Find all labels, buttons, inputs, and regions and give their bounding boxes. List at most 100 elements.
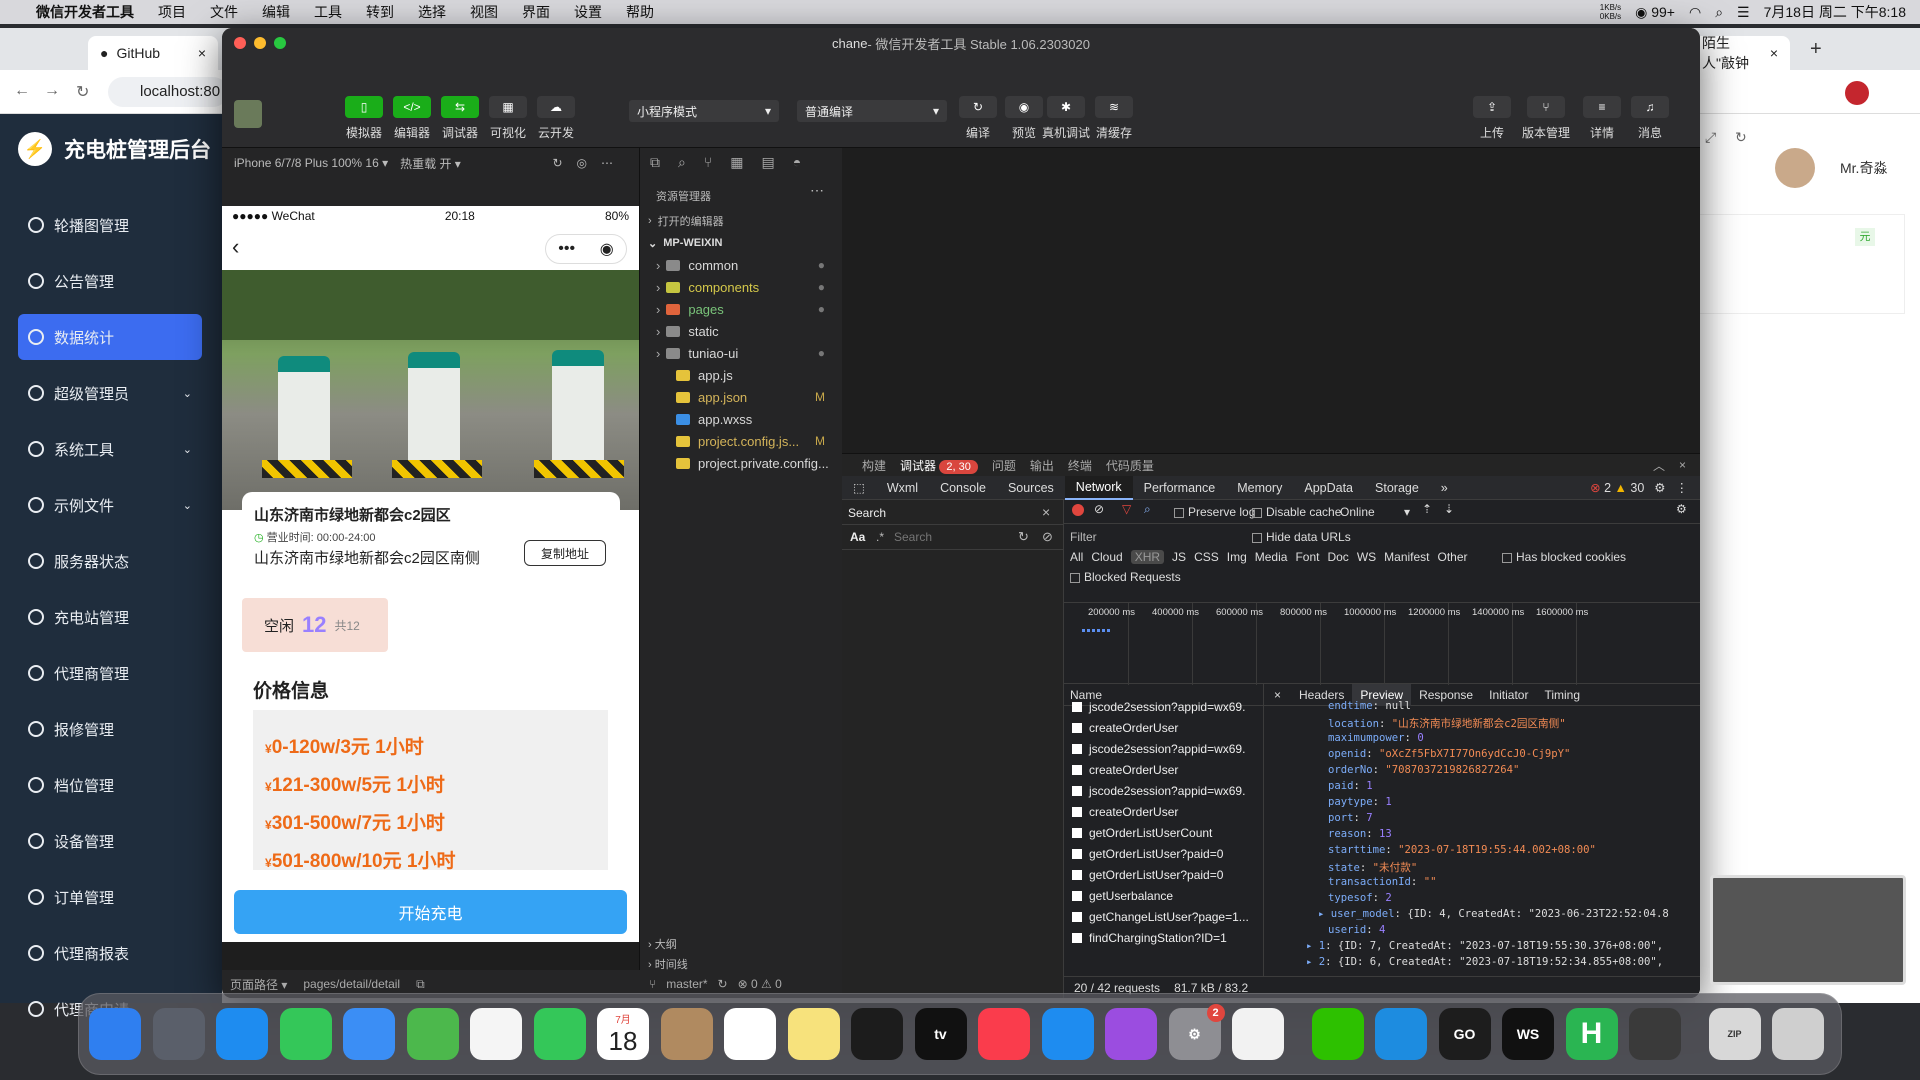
- dock-app-facetime-icon[interactable]: [533, 1008, 586, 1060]
- dock-app-notes-icon[interactable]: [787, 1008, 840, 1060]
- request-row[interactable]: createOrderUser: [1064, 759, 1263, 780]
- dock-app-terminal-icon[interactable]: [851, 1008, 903, 1060]
- clear-cache-button[interactable]: ≋ 清缓存: [1090, 96, 1138, 141]
- extensions-icon[interactable]: ▦: [730, 154, 743, 171]
- request-row[interactable]: jscode2session?appid=wx69.: [1064, 780, 1263, 801]
- compile-button[interactable]: ↻ 编译: [954, 96, 1002, 141]
- dock-app-webstorm-icon[interactable]: WS: [1502, 1008, 1554, 1060]
- close-icon[interactable]: ×: [1770, 45, 1778, 61]
- dock-app-reminders-icon[interactable]: [724, 1008, 776, 1060]
- sidebar-item[interactable]: 设备管理: [18, 818, 202, 864]
- dock-app-safari-icon[interactable]: [216, 1008, 268, 1060]
- more-tabs-icon[interactable]: »: [1430, 476, 1459, 500]
- close-icon[interactable]: ×: [1042, 504, 1050, 520]
- capsule-button[interactable]: ••• ◉: [545, 234, 627, 264]
- problems-count[interactable]: ⊗ 0 ⚠ 0: [738, 977, 782, 991]
- menu-item[interactable]: 设置: [562, 2, 614, 22]
- regex-icon[interactable]: .*: [876, 530, 884, 544]
- dock-app-app-store-icon[interactable]: [1041, 1008, 1094, 1060]
- sidebar-item[interactable]: 数据统计: [18, 314, 202, 360]
- more-icon[interactable]: ⋯: [810, 182, 824, 199]
- sidebar-item[interactable]: 示例文件 ⌄: [18, 482, 202, 528]
- simulator-toggle[interactable]: ▯ 模拟器: [340, 96, 388, 141]
- browser-tab[interactable]: ● GitHub ×: [88, 36, 218, 70]
- folder-item[interactable]: › tuniao-ui ●: [640, 342, 843, 364]
- dock-app-trash-icon[interactable]: [1772, 1008, 1824, 1060]
- sidebar-item[interactable]: 超级管理员 ⌄: [18, 370, 202, 416]
- request-row[interactable]: getOrderListUser?paid=0: [1064, 843, 1263, 864]
- copy-address-button[interactable]: 复制地址: [524, 540, 606, 566]
- file-item[interactable]: app.wxss: [640, 408, 843, 430]
- tab-storage[interactable]: Storage: [1364, 476, 1430, 500]
- user-avatar[interactable]: [234, 100, 262, 128]
- dock-app-settings-icon[interactable]: ⚙ 2: [1168, 1004, 1225, 1060]
- close-window-button[interactable]: [234, 37, 246, 49]
- more-icon[interactable]: ⋮: [1676, 480, 1701, 495]
- type-filter-css[interactable]: CSS: [1194, 550, 1219, 564]
- inspect-icon[interactable]: ⬚: [842, 476, 876, 500]
- folder-item[interactable]: › common ●: [640, 254, 843, 276]
- request-row[interactable]: createOrderUser: [1064, 801, 1263, 822]
- mode-select[interactable]: 小程序模式 ▾: [629, 100, 779, 122]
- dock-app-mail-icon[interactable]: [343, 1008, 395, 1060]
- files-icon[interactable]: ⧉: [650, 154, 660, 171]
- menu-item[interactable]: 编辑: [250, 2, 302, 22]
- tab-timing[interactable]: Timing: [1536, 688, 1588, 702]
- dock-app-music-icon[interactable]: [978, 1008, 1030, 1060]
- record-button[interactable]: [1072, 504, 1084, 516]
- user-avatar[interactable]: [1775, 148, 1815, 188]
- clear-icon[interactable]: ⊘: [1094, 502, 1104, 516]
- browser-tab[interactable]: 陌生人"敲钟 ×: [1690, 35, 1790, 71]
- filter-icon[interactable]: ▽: [1122, 502, 1131, 516]
- tab-network[interactable]: Network: [1064, 475, 1133, 500]
- debug-icon[interactable]: ▤: [761, 154, 774, 171]
- search-input[interactable]: [894, 528, 1004, 546]
- search-icon[interactable]: ⌕: [678, 154, 686, 171]
- type-filter-manifest[interactable]: Manifest: [1384, 550, 1429, 564]
- type-filter-all[interactable]: All: [1070, 550, 1083, 564]
- tab-appdata[interactable]: AppData: [1293, 476, 1364, 500]
- tab-performance[interactable]: Performance: [1133, 476, 1227, 500]
- start-charging-button[interactable]: 开始充电: [234, 890, 627, 934]
- page-path-label[interactable]: 页面路径 ▾: [230, 976, 287, 993]
- tab-memory[interactable]: Memory: [1226, 476, 1293, 500]
- messages-button[interactable]: ♫ 消息: [1626, 96, 1674, 141]
- import-icon[interactable]: ⇡: [1422, 502, 1432, 516]
- json-line[interactable]: ▸ 1: {ID: 7, CreatedAt: "2023-07-18T19:5…: [1306, 940, 1663, 952]
- dock-app-finder-icon[interactable]: [89, 1008, 141, 1060]
- visual-toggle[interactable]: ▦ 可视化: [484, 96, 532, 141]
- copy-icon[interactable]: ⧉: [416, 977, 425, 992]
- dock-app-launchpad-icon[interactable]: [152, 1008, 205, 1060]
- export-icon[interactable]: ⇣: [1444, 502, 1454, 516]
- request-row[interactable]: createOrderUser: [1064, 717, 1263, 738]
- profile-avatar[interactable]: [1845, 81, 1869, 105]
- sidebar-item[interactable]: 代理商管理: [18, 650, 202, 696]
- gear-icon[interactable]: ⚙: [1676, 502, 1687, 516]
- app-menu[interactable]: 微信开发者工具: [24, 2, 146, 22]
- new-tab-icon[interactable]: +: [1810, 38, 1822, 61]
- tab-initiator[interactable]: Initiator: [1481, 688, 1536, 702]
- compile-select[interactable]: 普通编译 ▾: [797, 100, 947, 122]
- device-select[interactable]: iPhone 6/7/8 Plus 100% 16 ▾: [234, 156, 388, 170]
- tab-response[interactable]: Response: [1411, 688, 1481, 702]
- tab-sources[interactable]: Sources: [997, 476, 1065, 500]
- back-icon[interactable]: ←: [14, 82, 30, 100]
- file-item[interactable]: app.js: [640, 364, 843, 386]
- dock-app-goland-icon[interactable]: GO: [1438, 1008, 1491, 1060]
- tab-build[interactable]: 构建: [862, 457, 886, 474]
- menu-item[interactable]: 工具: [302, 2, 354, 22]
- dock-app-devtools-icon[interactable]: [1629, 1008, 1681, 1060]
- root-folder[interactable]: ⌄ MP-WEIXIN: [640, 232, 843, 254]
- menu-item[interactable]: 文件: [198, 2, 250, 22]
- tab-wxml[interactable]: Wxml: [876, 476, 929, 500]
- forward-icon[interactable]: →: [44, 82, 60, 100]
- branch-name[interactable]: master*: [666, 977, 707, 991]
- blocked-cookies-checkbox[interactable]: Has blocked cookies: [1502, 550, 1626, 564]
- search-icon[interactable]: ⌕: [1144, 502, 1151, 517]
- tab-output[interactable]: 输出: [1030, 457, 1054, 474]
- close-target-icon[interactable]: ◉: [600, 239, 614, 259]
- refresh-icon[interactable]: ↻: [1018, 529, 1029, 545]
- type-filter-media[interactable]: Media: [1255, 550, 1288, 564]
- remote-debug-button[interactable]: ✱ 真机调试: [1042, 96, 1090, 141]
- dock-app-photos-icon[interactable]: [470, 1008, 522, 1060]
